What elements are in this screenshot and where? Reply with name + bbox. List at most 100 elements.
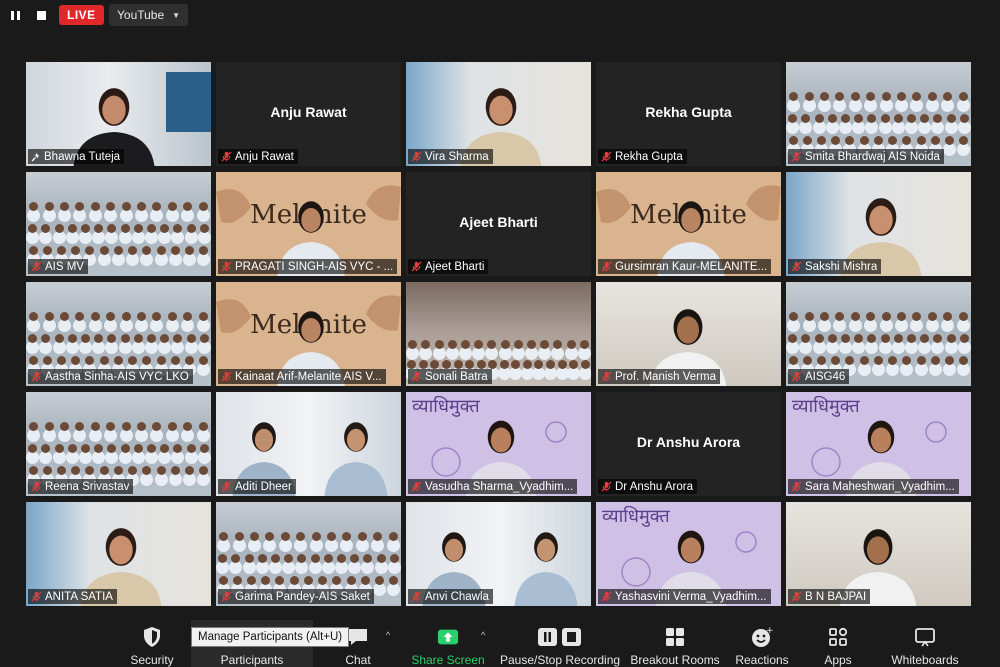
- security-button[interactable]: Security: [125, 620, 179, 667]
- stream-destination-label: YouTube: [117, 8, 165, 22]
- participant-tile[interactable]: व्याधिमुक्त Sara Maheshwari_Vyadhim...: [786, 392, 971, 496]
- participant-name-label: Sakshi Mishra: [788, 259, 882, 274]
- stream-destination-dropdown[interactable]: YouTube ▼: [109, 4, 189, 26]
- participant-name: ANITA SATIA: [45, 590, 113, 603]
- top-bar: LIVE YouTube ▼: [0, 0, 1000, 30]
- participant-tile[interactable]: MelaniteKainaat Arif-Melanite AIS V...: [216, 282, 401, 386]
- zoom-meeting-window: LIVE YouTube ▼ Bhawna Tuteja Anju Rawat An…: [0, 0, 1000, 667]
- participant-tile[interactable]: Anvi Chawla: [406, 502, 591, 606]
- participant-name-label: Dr Anshu Arora: [598, 479, 697, 494]
- share-screen-label: Share Screen: [411, 653, 485, 667]
- mic-muted-icon: [221, 261, 232, 272]
- participant-name: Aastha Sinha-AIS VYC LKO: [45, 370, 189, 383]
- participant-name-label: B N BAJPAI: [788, 589, 871, 604]
- participant-name-label: PRAGATI SINGH-AIS VYC - ...: [218, 259, 398, 274]
- participant-tile[interactable]: Dr Anshu Arora Dr Anshu Arora: [596, 392, 781, 496]
- mic-muted-icon: [791, 481, 802, 492]
- participant-name: Sara Maheshwari_Vyadhim...: [805, 480, 955, 493]
- participant-display-name: Ajeet Bharti: [459, 214, 538, 230]
- pause-stop-recording-button[interactable]: Pause/Stop Recording: [500, 620, 620, 667]
- recording-label: Pause/Stop Recording: [499, 653, 621, 667]
- participant-name-label: Bhawna Tuteja: [28, 149, 125, 164]
- participant-display-name: Dr Anshu Arora: [636, 434, 741, 450]
- mic-muted-icon: [791, 371, 802, 382]
- participant-tile[interactable]: Ajeet Bharti Ajeet Bharti: [406, 172, 591, 276]
- participant-name: Anvi Chawla: [425, 590, 489, 603]
- participant-name-label: Rekha Gupta: [598, 149, 687, 164]
- participant-tile[interactable]: Aastha Sinha-AIS VYC LKO: [26, 282, 211, 386]
- mic-muted-icon: [411, 371, 422, 382]
- participant-tile[interactable]: AIS MV: [26, 172, 211, 276]
- participant-name: Ajeet Bharti: [425, 260, 485, 273]
- breakout-rooms-button[interactable]: Breakout Rooms: [630, 620, 720, 667]
- participant-tile[interactable]: व्याधिमुक्त Yashasvini Verma_Vyadhim...: [596, 502, 781, 606]
- mic-muted-icon: [31, 371, 42, 382]
- participant-name-label: Gursimran Kaur-MELANITE...: [598, 259, 772, 274]
- participant-name-label: Ajeet Bharti: [408, 259, 489, 274]
- participant-tile[interactable]: MelaniteGursimran Kaur-MELANITE...: [596, 172, 781, 276]
- participants-label: Participants: [220, 653, 284, 667]
- participant-name: Bhawna Tuteja: [44, 150, 121, 163]
- participant-tile[interactable]: MelanitePRAGATI SINGH-AIS VYC - ...: [216, 172, 401, 276]
- chat-icon: [347, 626, 369, 648]
- whiteboard-icon: [914, 626, 936, 648]
- participant-tile[interactable]: ANITA SATIA: [26, 502, 211, 606]
- participant-name: Sonali Batra: [425, 370, 488, 383]
- participant-name: Vasudha Sharma_Vyadhim...: [425, 480, 574, 493]
- apps-icon: [827, 626, 849, 648]
- pause-icon: [10, 10, 20, 20]
- apps-button[interactable]: Apps: [818, 620, 858, 667]
- whiteboards-button[interactable]: Whiteboards: [887, 620, 963, 667]
- mic-muted-icon: [411, 261, 422, 272]
- share-screen-button[interactable]: Share Screen: [411, 620, 485, 667]
- share-options-chevron-up-icon[interactable]: ^: [481, 630, 485, 640]
- participant-tile[interactable]: Garima Pandey-AIS Saket: [216, 502, 401, 606]
- participant-tile[interactable]: B N BAJPAI: [786, 502, 971, 606]
- stop-stream-button[interactable]: [30, 4, 52, 26]
- participant-tile[interactable]: Prof. Manish Verma: [596, 282, 781, 386]
- participant-name: PRAGATI SINGH-AIS VYC - ...: [235, 260, 394, 273]
- participant-tile[interactable]: Reena Srivastav: [26, 392, 211, 496]
- mic-muted-icon: [221, 151, 232, 162]
- mic-muted-icon: [601, 481, 612, 492]
- chat-options-chevron-up-icon[interactable]: ^: [386, 630, 390, 640]
- pause-stream-button[interactable]: [4, 4, 26, 26]
- participant-name-label: Kainaat Arif-Melanite AIS V...: [218, 369, 386, 384]
- participant-tile[interactable]: Sakshi Mishra: [786, 172, 971, 276]
- participant-name-label: Smita Bhardwaj AIS Noida: [788, 149, 944, 164]
- participant-name: Kainaat Arif-Melanite AIS V...: [235, 370, 382, 383]
- live-badge: LIVE: [59, 5, 104, 25]
- participant-tile[interactable]: Vira Sharma: [406, 62, 591, 166]
- participant-name-label: Prof. Manish Verma: [598, 369, 720, 384]
- mic-muted-icon: [601, 591, 612, 602]
- mic-muted-icon: [31, 261, 42, 272]
- mic-muted-icon: [221, 591, 232, 602]
- mic-muted-icon: [601, 151, 612, 162]
- participant-tile[interactable]: Sonali Batra: [406, 282, 591, 386]
- reactions-button[interactable]: + Reactions: [734, 620, 790, 667]
- participant-name: Gursimran Kaur-MELANITE...: [615, 260, 768, 273]
- participant-name: B N BAJPAI: [805, 590, 867, 603]
- participant-tile[interactable]: Rekha Gupta Rekha Gupta: [596, 62, 781, 166]
- participant-name-label: Sonali Batra: [408, 369, 492, 384]
- participant-name-label: Aastha Sinha-AIS VYC LKO: [28, 369, 193, 384]
- participant-tile[interactable]: Smita Bhardwaj AIS Noida: [786, 62, 971, 166]
- stop-icon: [36, 10, 46, 20]
- participant-name-label: Anju Rawat: [218, 149, 298, 164]
- participant-tile[interactable]: Anju Rawat Anju Rawat: [216, 62, 401, 166]
- smiley-icon: +: [751, 626, 773, 648]
- participant-tile[interactable]: Bhawna Tuteja: [26, 62, 211, 166]
- mic-muted-icon: [791, 261, 802, 272]
- participants-tooltip: Manage Participants (Alt+U): [191, 627, 350, 647]
- apps-label: Apps: [824, 653, 852, 667]
- mic-muted-icon: [601, 261, 612, 272]
- participant-tile[interactable]: Aditi Dheer: [216, 392, 401, 496]
- reactions-label: Reactions: [735, 653, 789, 667]
- participant-tile[interactable]: व्याधिमुक्त Vasudha Sharma_Vyadhim...: [406, 392, 591, 496]
- meeting-toolbar: Security Participants Chat ^ Share Scree…: [0, 620, 1000, 667]
- participant-name-label: AISG46: [788, 369, 850, 384]
- participant-tile[interactable]: AISG46: [786, 282, 971, 386]
- participant-name: Dr Anshu Arora: [615, 480, 693, 493]
- shield-icon: [141, 626, 163, 648]
- participant-name-label: Sara Maheshwari_Vyadhim...: [788, 479, 959, 494]
